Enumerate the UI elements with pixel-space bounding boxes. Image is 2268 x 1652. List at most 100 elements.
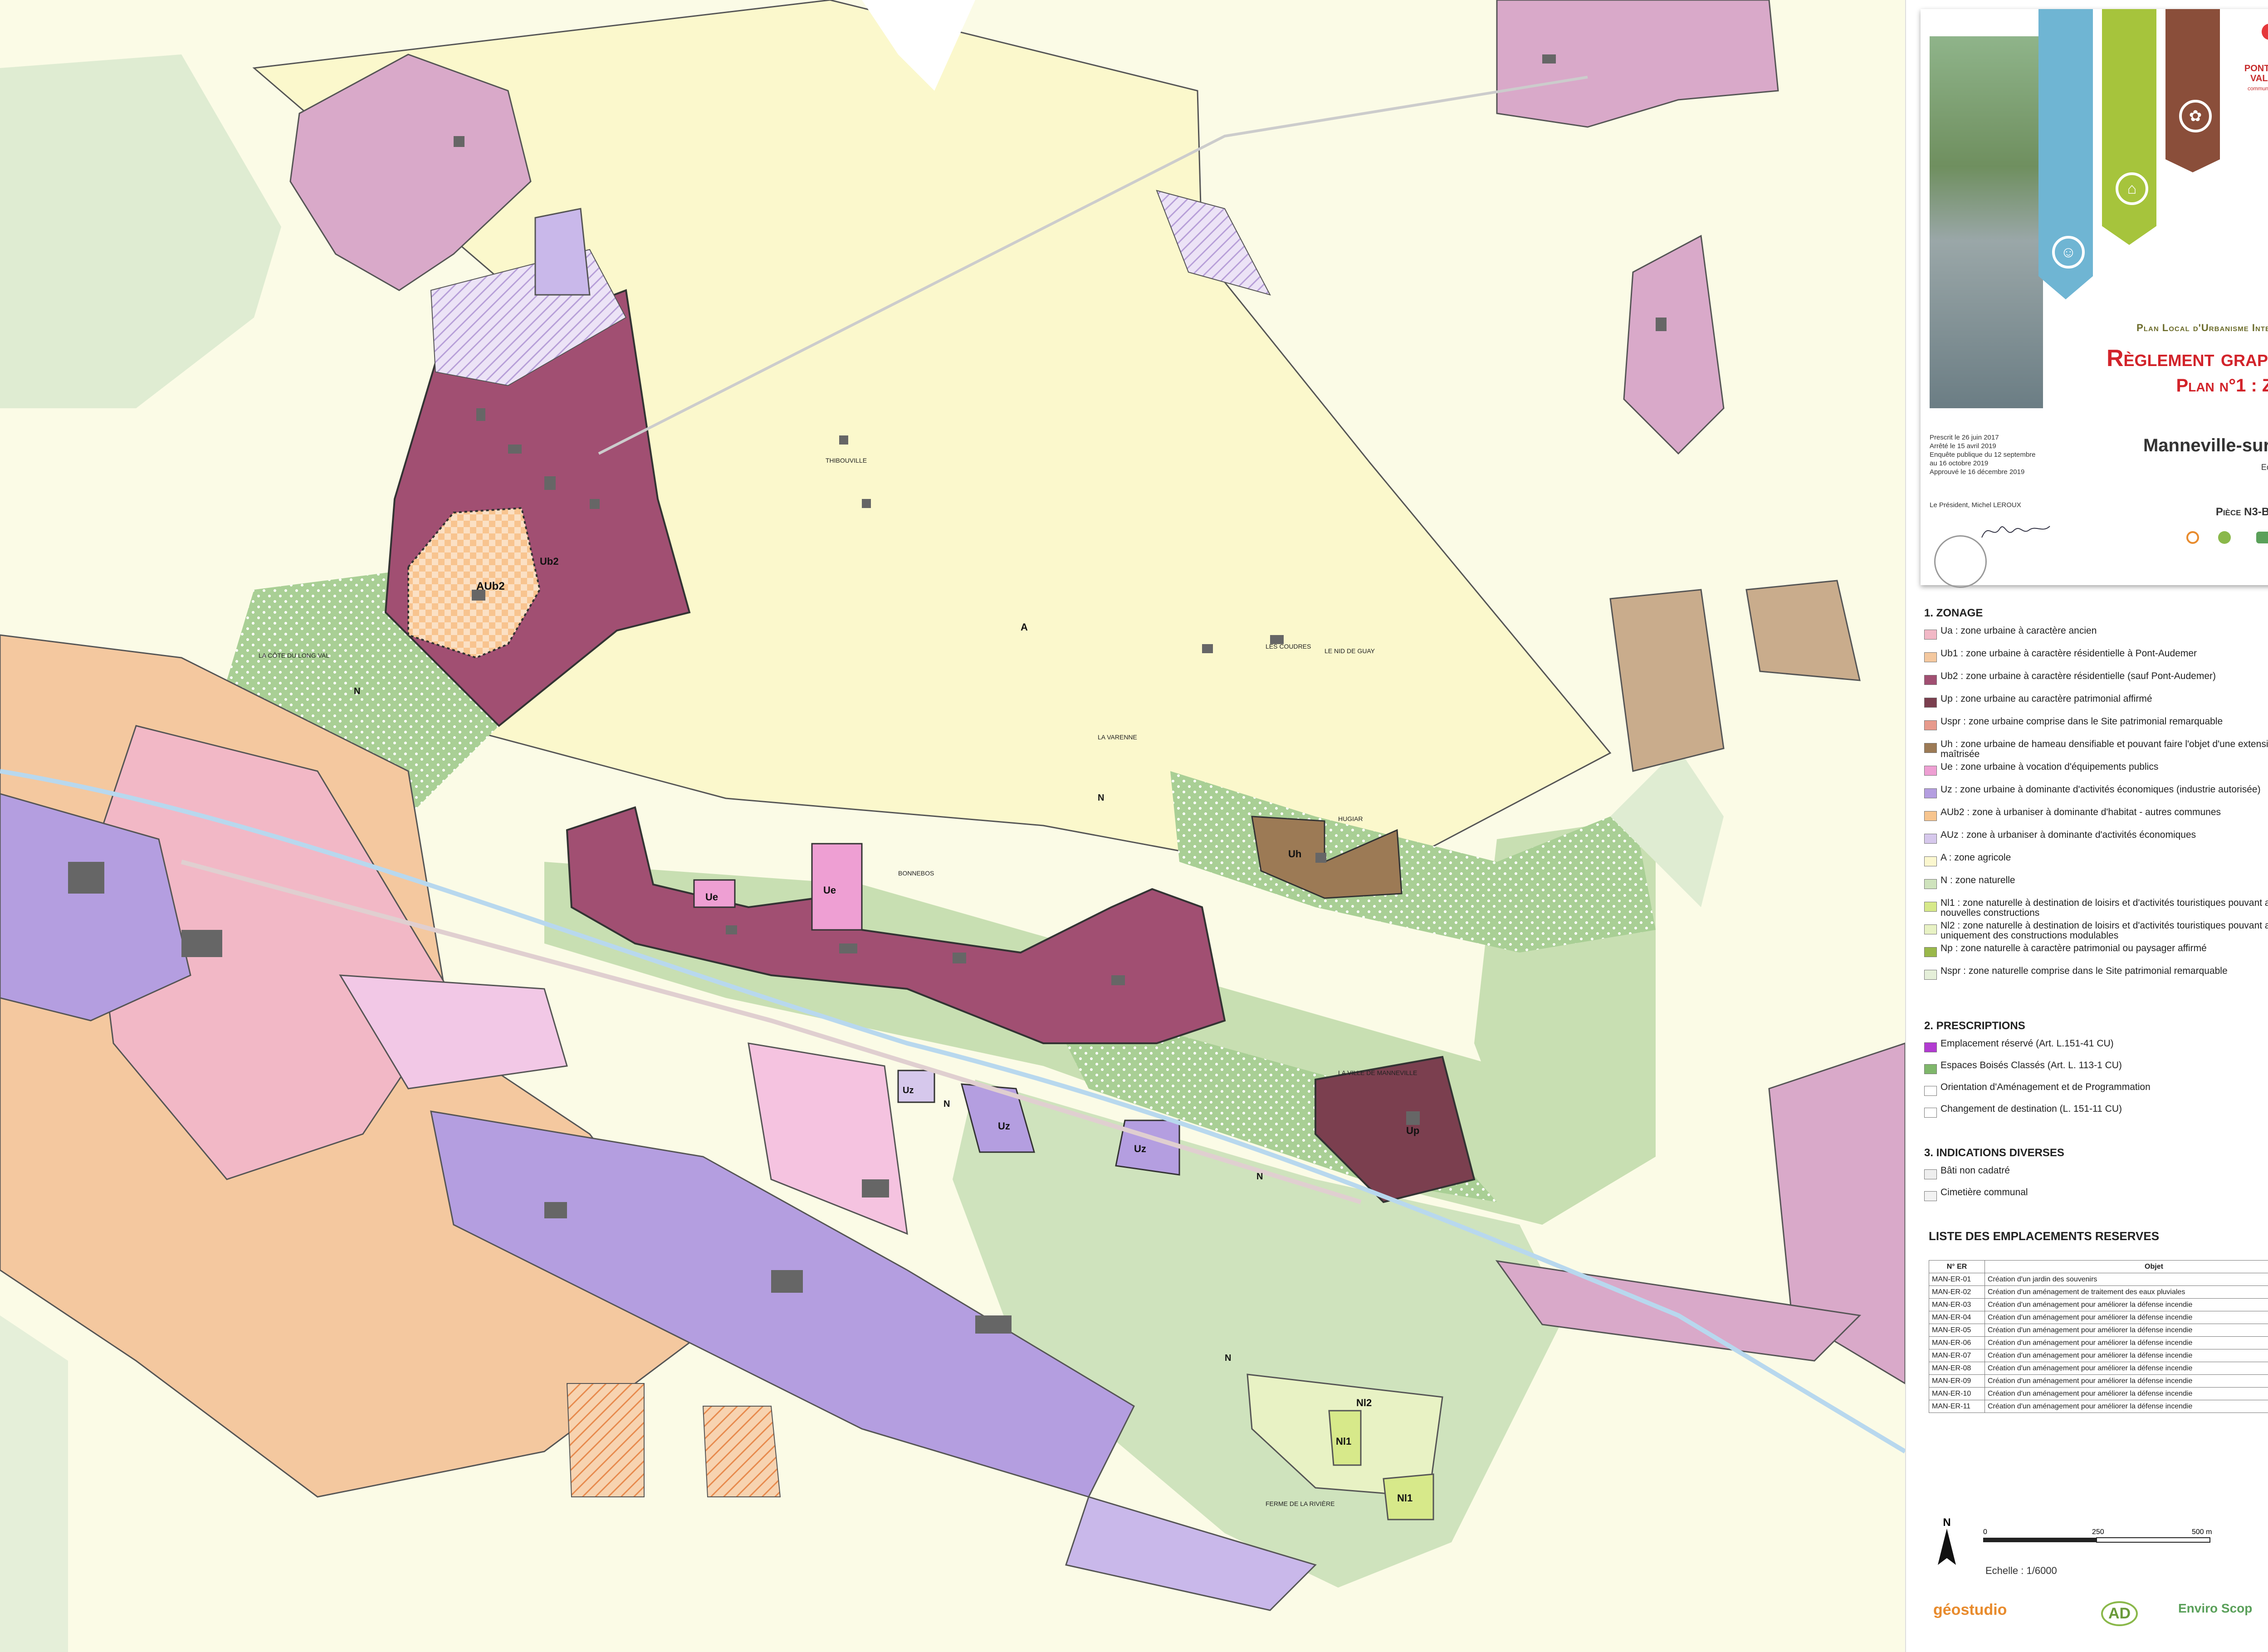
- indication-swatch: [1924, 1169, 1937, 1179]
- legend-label: Ue : zone urbaine à vocation d'équipemen…: [1941, 762, 2159, 772]
- reserved-object: Création d'un aménagement pour améliorer…: [1984, 1387, 2268, 1400]
- prescription-swatch: [1924, 1108, 1937, 1118]
- table-row: MAN-ER-07 Création d'un aménagement pour …: [1929, 1349, 2268, 1362]
- reserved-object: Création d'un aménagement pour améliorer…: [1984, 1400, 2268, 1413]
- place-label: HUGIAR: [1338, 815, 1363, 822]
- zone-swatch: [1924, 856, 1937, 866]
- legend-row: Uh : zone urbaine de hameau densifiable …: [1924, 739, 2268, 759]
- legend-row: Ua : zone urbaine à caractère ancien: [1924, 626, 2268, 644]
- zone-a-sw-check: [702, 1406, 781, 1497]
- ribbon-blue: ☺: [2038, 9, 2093, 299]
- zone-swatch: [1924, 788, 1937, 798]
- zone-a-sw-check-2: [566, 1383, 645, 1497]
- zone-swatch: [1924, 720, 1937, 730]
- legend-row: Uz : zone urbaine à dominante d'activité…: [1924, 785, 2268, 803]
- legend-label: Nl1 : zone naturelle à destination de lo…: [1941, 898, 2268, 918]
- legend-row: Changement de destination (L. 151-11 CU): [1924, 1104, 2268, 1122]
- zone-ub2-ne: [1496, 0, 1779, 128]
- legend-label: Orientation d'Aménagement et de Programm…: [1941, 1082, 2151, 1092]
- place-label: FERME DE LA RIVIÈRE: [1266, 1500, 1334, 1507]
- zone-swatch: [1924, 743, 1937, 753]
- plan-title: Plan n°1 : Zonage: [2176, 376, 2268, 396]
- legend-row: AUz : zone à urbaniser à dominante d'act…: [1924, 830, 2268, 848]
- reserved-id: MAN-ER-03: [1929, 1298, 1985, 1311]
- reserved-id: MAN-ER-05: [1929, 1324, 1985, 1337]
- zone-n-west: [0, 54, 281, 408]
- reserved-table: N° ER Objet MAN-ER-01 Création d'un jardi…: [1929, 1260, 2268, 1413]
- zone-swatch: [1924, 924, 1937, 934]
- zoning-map[interactable]: AUb2 Ub2 N Ue Ue N Uh Up Uz Uz Uz N N N …: [0, 0, 1905, 1652]
- plant-icon: ✿: [2179, 100, 2212, 132]
- zone-swatch: [1924, 834, 1937, 844]
- scale-tick: 0: [1983, 1528, 1987, 1536]
- place-label: LES COUDRES: [1266, 643, 1311, 650]
- scale-tick: 250: [2092, 1528, 2104, 1536]
- reserved-object: Création d'un jardin des souvenirs: [1984, 1273, 2268, 1286]
- legend-label: N : zone naturelle: [1941, 875, 2015, 885]
- zone-swatch: [1924, 970, 1937, 980]
- scale-bar: 0 250 500 m: [1983, 1528, 2212, 1543]
- date-line: Enquête publique du 12 septembre: [1930, 451, 2036, 459]
- logo-name: PONT-AUDEMER VAL DE RISLE: [2244, 64, 2268, 83]
- reserved-id: MAN-ER-01: [1929, 1273, 1985, 1286]
- legend-row: Np : zone naturelle à caractère patrimon…: [1924, 943, 2268, 962]
- reserved-object: Création d'un aménagement pour améliorer…: [1984, 1324, 2268, 1337]
- zone-label: Ue: [705, 891, 718, 903]
- legend-label: AUz : zone à urbaniser à dominante d'act…: [1941, 830, 2196, 840]
- legend-label: Espaces Boisés Classés (Art. L. 113-1 CU…: [1941, 1060, 2122, 1070]
- scale-tick: 500 m: [2192, 1528, 2212, 1536]
- piece-number: Pièce N3-B: [2215, 506, 2268, 518]
- zone-label: Up: [1406, 1125, 1419, 1136]
- legend-label: Ub1 : zone urbaine à caractère résidenti…: [1941, 648, 2197, 659]
- reserved-object: Création d'un aménagement pour améliorer…: [1984, 1311, 2268, 1324]
- reserved-list-title: LISTE DES EMPLACEMENTS RESERVES: [1929, 1229, 2160, 1243]
- zone-swatch: [1924, 947, 1937, 957]
- column-header-number: N° ER: [1929, 1260, 1985, 1273]
- legend-label: Changement de destination (L. 151-11 CU): [1941, 1104, 2122, 1114]
- scale-text-bottom: Echelle : 1/6000: [1985, 1565, 2057, 1576]
- prescription-swatch: [1924, 1086, 1937, 1096]
- legend-row: Ub1 : zone urbaine à caractère résidenti…: [1924, 649, 2268, 667]
- zone-label: Nl1: [1397, 1492, 1413, 1504]
- legend-row: N : zone naturelle: [1924, 875, 2268, 894]
- official-seal: [1934, 535, 1987, 588]
- reserved-object: Création d'un aménagement pour améliorer…: [1984, 1349, 2268, 1362]
- legend-row: Emplacement réservé (Art. L.151-41 CU): [1924, 1039, 2268, 1057]
- legend-row: Up : zone urbaine au caractère patrimoni…: [1924, 694, 2268, 712]
- table-row: MAN-ER-01 Création d'un jardin des souven…: [1929, 1273, 2268, 1286]
- zone-label: AUb2: [476, 580, 505, 592]
- place-label: LA CÔTE DU LONG VAL: [259, 652, 329, 659]
- legend-row: Cimetière communal: [1924, 1188, 2268, 1206]
- date-line: Approuvé le 16 décembre 2019: [1930, 468, 2025, 476]
- zone-uz-north: [534, 208, 591, 296]
- map-canvas: AUb2 Ub2 N Ue Ue N Uh Up Uz Uz Uz N N N …: [0, 0, 1905, 1652]
- legend-label: Ub2 : zone urbaine à caractère résidenti…: [1941, 671, 2216, 681]
- zone-uh-far-east: [1745, 580, 1861, 681]
- zone-label: Uz: [1134, 1143, 1146, 1154]
- zone-label: N: [1098, 793, 1104, 803]
- legend-row: Ue : zone urbaine à vocation d'équipemen…: [1924, 762, 2268, 780]
- logo-subtitle: communauté de communes: [2247, 85, 2268, 92]
- ribbon-green: ⌂: [2102, 9, 2156, 245]
- landscape-photo: [1930, 36, 2043, 408]
- zone-swatch: [1924, 675, 1937, 685]
- legend-label: Nl2 : zone naturelle à destination de lo…: [1941, 920, 2268, 941]
- date-line: Arrêté le 15 avril 2019: [1930, 442, 1996, 450]
- legend-label: Cimetière communal: [1941, 1187, 2028, 1197]
- legend-label: Nspr : zone naturelle comprise dans le S…: [1941, 966, 2228, 976]
- table-row: MAN-ER-06 Création d'un aménagement pour …: [1929, 1336, 2268, 1349]
- reserved-id: MAN-ER-10: [1929, 1387, 1985, 1400]
- section-zonage-title: 1. ZONAGE: [1924, 607, 1983, 619]
- zone-swatch: [1924, 811, 1937, 821]
- building-icon: ⌂: [2116, 172, 2148, 205]
- head-icon: ☺: [2052, 236, 2085, 269]
- zone-ue-2: [811, 843, 863, 931]
- zone-label: Ub2: [540, 556, 559, 567]
- legend-label: Ua : zone urbaine à caractère ancien: [1941, 626, 2097, 636]
- table-row: MAN-ER-05 Création d'un aménagement pour …: [1929, 1324, 2268, 1337]
- section-prescriptions-title: 2. PRESCRIPTIONS: [1924, 1020, 2025, 1032]
- zone-uh-east: [1609, 589, 1725, 772]
- legend-row: AUb2 : zone à urbaniser à dominante d'ha…: [1924, 807, 2268, 826]
- legend-row: Nspr : zone naturelle comprise dans le S…: [1924, 966, 2268, 984]
- section-divers-title: 3. INDICATIONS DIVERSES: [1924, 1147, 2064, 1159]
